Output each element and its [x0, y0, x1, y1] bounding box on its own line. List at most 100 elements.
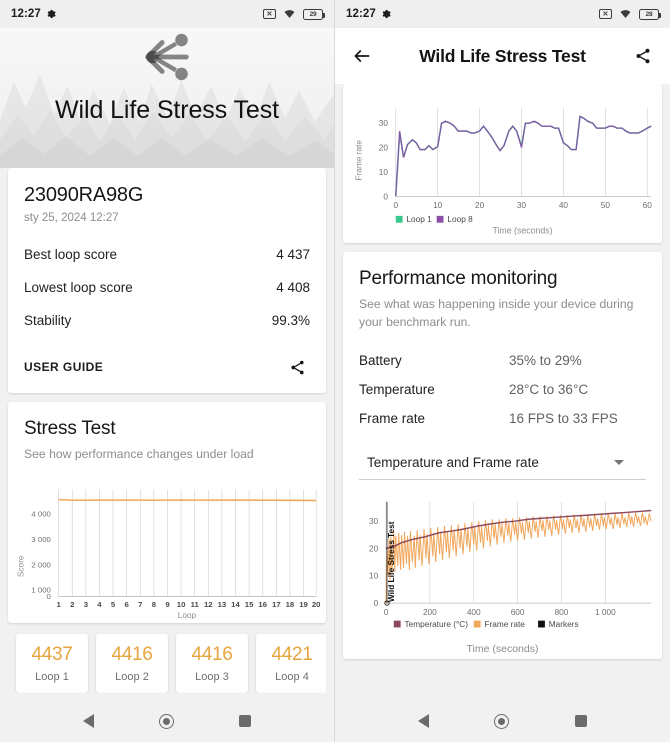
svg-text:1: 1: [56, 600, 61, 609]
svg-text:0: 0: [383, 192, 388, 201]
svg-text:Markers: Markers: [549, 620, 579, 629]
row-value: 28°C to 36°C: [509, 381, 589, 397]
nav-home-icon[interactable]: [158, 713, 174, 729]
table-row: Temperature 28°C to 36°C: [359, 375, 646, 404]
loop-score: 4421: [271, 644, 313, 666]
row-label: Stability: [24, 313, 72, 328]
svg-text:30: 30: [517, 201, 527, 210]
left-screen: 12:27 ✕ 29 Wild Life Stress Test 23090RA…: [0, 0, 335, 742]
run-timestamp: sty 25, 2024 12:27: [24, 212, 119, 224]
svg-text:0: 0: [47, 592, 52, 601]
stress-test-chart[interactable]: 4 000 3 000 2 000 1 000 0 0 Score: [8, 468, 326, 624]
performance-monitoring-chart[interactable]: 30 20 10 0 Wild Life Stress Test 0 200 4…: [343, 480, 662, 659]
table-row: Battery 35% to 29%: [359, 346, 646, 375]
row-label: Frame rate: [359, 410, 426, 426]
row-value: 16 FPS to 33 FPS: [509, 410, 618, 426]
status-bar-right: 12:27 ✕ 28: [335, 0, 670, 28]
nav-recents-icon[interactable]: [239, 715, 252, 727]
page-title: Wild Life Stress Test: [419, 45, 586, 66]
stress-test-subtitle: See how performance changes under load: [24, 447, 254, 461]
row-label: Lowest loop score: [24, 280, 133, 295]
left-scroll-body[interactable]: 23090RA98G sty 25, 2024 12:27 Best loop …: [0, 168, 334, 700]
user-guide-row[interactable]: USER GUIDE: [8, 341, 326, 393]
android-nav-bar-left: [0, 700, 334, 742]
svg-text:20: 20: [475, 201, 485, 210]
list-item[interactable]: 4421 Loop 4: [256, 634, 326, 694]
svg-text:1 000: 1 000: [595, 608, 616, 617]
gear-icon: [47, 9, 56, 19]
battery-level-left: 29: [309, 10, 317, 18]
svg-text:16: 16: [258, 600, 267, 609]
stress-test-header: Stress Test See how performance changes …: [8, 402, 326, 468]
status-bar-clock: 12:27: [11, 8, 41, 20]
frame-rate-card: 30 20 10 0 Frame rate 0 10 20 30 40 50 6…: [343, 84, 662, 244]
row-label: Best loop score: [24, 247, 118, 262]
list-item[interactable]: 4416 Loop 2: [96, 634, 168, 694]
svg-text:Loop 8: Loop 8: [447, 215, 473, 224]
hero-toolbar: [0, 28, 334, 86]
row-value: 99.3%: [271, 313, 310, 328]
svg-text:6: 6: [125, 600, 130, 609]
svg-text:Loop 1: Loop 1: [406, 215, 432, 224]
svg-text:4: 4: [97, 600, 102, 609]
status-bar-left-cluster: 12:27: [11, 8, 56, 20]
nav-back-icon[interactable]: [417, 714, 429, 728]
loop-score: 4437: [31, 644, 73, 666]
svg-text:4 000: 4 000: [31, 509, 51, 518]
hero-title: Wild Life Stress Test: [55, 96, 279, 124]
loop-score: 4416: [191, 644, 233, 666]
loop-label: Loop 3: [195, 671, 229, 684]
performance-monitoring-card: Performance monitoring See what was happ…: [343, 252, 662, 659]
stress-test-plot: 4 000 3 000 2 000 1 000 0 0 Score: [17, 489, 320, 620]
status-bar-left-cluster: 12:27: [346, 8, 391, 20]
status-bar-clock: 12:27: [346, 8, 376, 20]
performance-monitoring-subtitle: See what was happening inside your devic…: [359, 297, 634, 330]
share-icon: [146, 33, 188, 81]
loop-score-carousel[interactable]: 4437 Loop 1 4416 Loop 2 4416 Loop 3 4421…: [8, 632, 326, 694]
scroll-fade: [335, 690, 670, 700]
list-item[interactable]: 4437 Loop 1: [16, 634, 88, 694]
frame-rate-chart[interactable]: 30 20 10 0 Frame rate 0 10 20 30 40 50 6…: [347, 94, 658, 235]
back-arrow-icon: [354, 50, 370, 62]
performance-monitoring-plot: 30 20 10 0 Wild Life Stress Test 0 200 4…: [369, 501, 652, 629]
svg-text:10: 10: [379, 168, 389, 177]
loop-label: Loop 2: [115, 671, 149, 684]
svg-text:400: 400: [467, 608, 481, 617]
table-row: Stability 99.3%: [24, 304, 310, 337]
nav-back-icon[interactable]: [82, 714, 94, 728]
svg-text:9: 9: [165, 600, 170, 609]
nav-recents-icon[interactable]: [575, 715, 588, 727]
svg-text:2 000: 2 000: [31, 560, 51, 569]
frame-rate-plot: 30 20 10 0 Frame rate 0 10 20 30 40 50 6…: [355, 107, 653, 235]
svg-text:0: 0: [384, 608, 389, 617]
svg-text:800: 800: [555, 608, 569, 617]
list-item[interactable]: 4416 Loop 3: [176, 634, 248, 694]
share-button[interactable]: [630, 43, 656, 69]
svg-text:5: 5: [111, 600, 116, 609]
loop-label: Loop 1: [35, 671, 69, 684]
android-nav-bar-right: [335, 700, 670, 742]
svg-text:15: 15: [245, 600, 254, 609]
gear-icon: [382, 9, 391, 19]
svg-text:30: 30: [369, 517, 379, 526]
svg-text:Loop: Loop: [178, 611, 197, 620]
metric-select-value: Temperature and Frame rate: [367, 454, 539, 470]
stress-test-card: Stress Test See how performance changes …: [8, 402, 326, 624]
back-button[interactable]: [349, 43, 375, 69]
right-scroll-body[interactable]: 30 20 10 0 Frame rate 0 10 20 30 40 50 6…: [335, 84, 670, 700]
svg-text:13: 13: [218, 600, 227, 609]
nav-home-icon[interactable]: [494, 713, 510, 729]
svg-text:Time (seconds): Time (seconds): [492, 225, 552, 235]
share-result-button[interactable]: [284, 354, 310, 380]
svg-text:Frame rate: Frame rate: [484, 620, 525, 629]
share-icon: [636, 48, 650, 64]
result-summary-header: 23090RA98G sty 25, 2024 12:27 Best loop …: [8, 168, 326, 337]
sim-off-icon: ✕: [599, 9, 612, 19]
svg-text:60: 60: [643, 201, 653, 210]
svg-text:17: 17: [272, 600, 281, 609]
right-screen: 12:27 ✕ 28 Wild Life Stress Test 30 20 1…: [335, 0, 670, 742]
svg-text:30: 30: [379, 119, 389, 128]
share-button[interactable]: [146, 33, 320, 81]
stress-test-title: Stress Test: [24, 418, 116, 439]
metric-select[interactable]: Temperature and Frame rate: [359, 451, 646, 480]
